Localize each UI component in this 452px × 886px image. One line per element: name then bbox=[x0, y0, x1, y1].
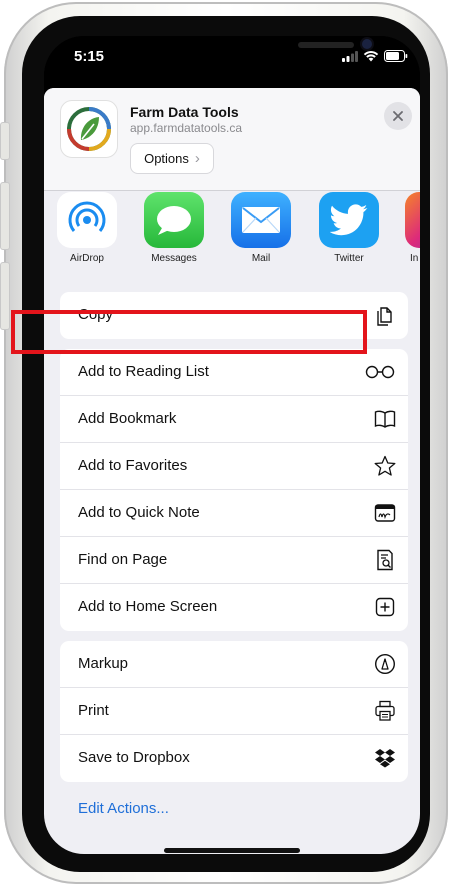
action-find-on-page[interactable]: Find on Page bbox=[60, 537, 408, 584]
volume-down-button bbox=[0, 262, 10, 330]
action-label: Save to Dropbox bbox=[78, 749, 190, 766]
battery-icon bbox=[384, 50, 408, 62]
share-target-airdrop[interactable]: AirDrop bbox=[56, 192, 118, 264]
status-bar: 5:15 bbox=[44, 36, 420, 88]
twitter-icon bbox=[319, 192, 379, 248]
speaker bbox=[298, 42, 354, 48]
action-label: Add Bookmark bbox=[78, 410, 177, 427]
share-target-messages[interactable]: Messages bbox=[143, 192, 205, 264]
action-add-to-favorites[interactable]: Add to Favorites bbox=[60, 443, 408, 490]
airdrop-icon bbox=[57, 192, 117, 248]
chevron-right-icon: › bbox=[194, 150, 200, 167]
wifi-icon bbox=[363, 51, 379, 62]
action-label: Add to Quick Note bbox=[78, 504, 200, 521]
action-label: Print bbox=[78, 702, 109, 719]
share-target-label: Messages bbox=[151, 253, 197, 264]
screen: 5:15 Farm Data Tools app.farmdatatools.c… bbox=[44, 36, 420, 854]
action-label: Copy bbox=[78, 306, 114, 323]
share-sheet: Farm Data Tools app.farmdatatools.ca Opt… bbox=[44, 88, 420, 854]
printer-icon bbox=[374, 700, 396, 722]
cellular-signal-icon bbox=[342, 50, 358, 62]
action-add-to-quick-note[interactable]: Add to Quick Note bbox=[60, 490, 408, 537]
action-print[interactable]: Print bbox=[60, 688, 408, 735]
front-camera bbox=[362, 39, 372, 49]
action-label: Add to Reading List bbox=[78, 363, 209, 380]
dropbox-icon bbox=[374, 747, 396, 769]
close-button[interactable] bbox=[384, 102, 412, 130]
silent-switch bbox=[0, 122, 10, 160]
action-label: Find on Page bbox=[78, 551, 168, 568]
close-icon bbox=[393, 111, 403, 121]
markup-icon bbox=[374, 653, 396, 675]
notch bbox=[136, 36, 372, 68]
options-label: Options bbox=[144, 151, 189, 166]
quick-note-icon bbox=[374, 502, 396, 524]
share-sheet-header: Farm Data Tools app.farmdatatools.ca Opt… bbox=[44, 88, 420, 190]
share-target-label: In bbox=[410, 253, 419, 264]
volume-up-button bbox=[0, 182, 10, 250]
share-target-instagram[interactable]: In bbox=[404, 192, 420, 264]
star-icon bbox=[374, 455, 396, 477]
status-time: 5:15 bbox=[74, 48, 105, 65]
action-save-to-dropbox[interactable]: Save to Dropbox bbox=[60, 735, 408, 782]
leaf-logo-icon bbox=[67, 107, 111, 151]
add-square-icon bbox=[374, 596, 396, 618]
mail-icon bbox=[231, 192, 291, 248]
action-markup[interactable]: Markup bbox=[60, 641, 408, 688]
app-icon bbox=[60, 100, 118, 158]
action-label: Add to Favorites bbox=[78, 457, 188, 474]
options-button[interactable]: Options › bbox=[130, 143, 214, 174]
share-target-twitter[interactable]: Twitter bbox=[318, 192, 380, 264]
action-label: Add to Home Screen bbox=[78, 598, 218, 615]
more-actions-group: Markup Print Save to Dropbox bbox=[60, 641, 408, 782]
share-targets-row: AirDrop Messages Mail Twitter In bbox=[44, 192, 420, 272]
share-target-label: AirDrop bbox=[70, 253, 104, 264]
edit-actions-link[interactable]: Edit Actions... bbox=[78, 800, 169, 817]
instagram-icon bbox=[405, 192, 420, 248]
action-copy[interactable]: Copy bbox=[60, 292, 408, 339]
action-add-bookmark[interactable]: Add Bookmark bbox=[60, 396, 408, 443]
book-icon bbox=[374, 408, 396, 430]
header-divider bbox=[44, 190, 420, 191]
glasses-icon bbox=[364, 361, 396, 383]
copy-group: Copy bbox=[60, 292, 408, 339]
app-url: app.farmdatatools.ca bbox=[130, 121, 243, 135]
copy-icon bbox=[374, 304, 396, 326]
actions-group: Add to Reading List Add Bookmark Add to … bbox=[60, 349, 408, 631]
share-target-label: Mail bbox=[251, 253, 271, 264]
status-icons bbox=[342, 50, 408, 62]
find-on-page-icon bbox=[374, 549, 396, 571]
home-indicator bbox=[164, 848, 300, 853]
action-label: Markup bbox=[78, 655, 129, 672]
app-title: Farm Data Tools bbox=[130, 104, 239, 120]
action-add-to-reading-list[interactable]: Add to Reading List bbox=[60, 349, 408, 396]
share-target-mail[interactable]: Mail bbox=[230, 192, 292, 264]
share-target-label: Twitter bbox=[334, 253, 364, 264]
action-add-to-home-screen[interactable]: Add to Home Screen bbox=[60, 584, 408, 631]
messages-icon bbox=[144, 192, 204, 248]
